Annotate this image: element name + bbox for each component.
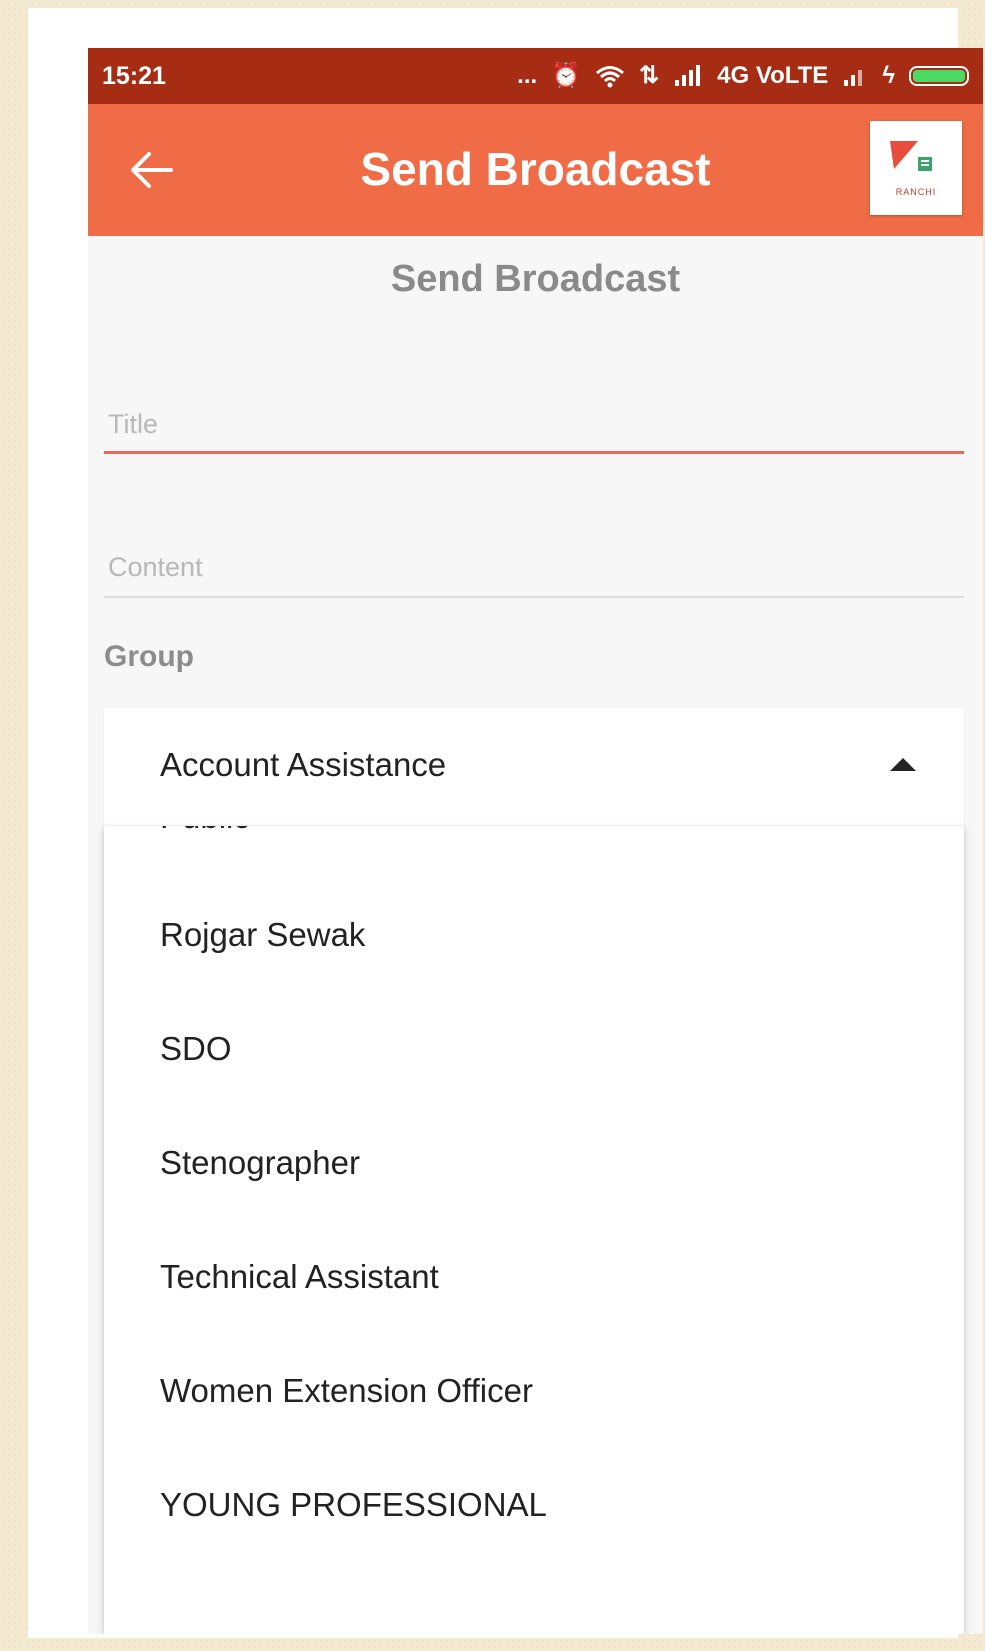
title-input[interactable] [104, 398, 964, 454]
content-input[interactable] [104, 538, 964, 598]
alarm-icon: ⏰ [551, 62, 582, 89]
caret-up-icon [890, 758, 916, 771]
dropdown-option-public[interactable]: Public [160, 826, 250, 836]
dropdown-option-rojgar-sewak[interactable]: Rojgar Sewak [160, 916, 365, 954]
dropdown-option-technical-assistant[interactable]: Technical Assistant [160, 1258, 439, 1296]
signal-icon-secondary [844, 70, 863, 86]
battery-icon [909, 66, 969, 86]
logo-emblem-icon [890, 141, 932, 171]
logo-text: RANCHI [895, 187, 937, 197]
phone-screen: 15:21 ... ⏰ ⇅ 4G VoLTE ϟ Send Broadcast … [88, 48, 983, 1634]
page-subtitle: Send Broadcast [390, 258, 681, 300]
network-type-label: 4G VoLTE [717, 62, 829, 89]
charging-icon: ϟ [882, 62, 895, 89]
data-transfer-icon: ⇅ [639, 62, 660, 89]
dropdown-option-sdo[interactable]: SDO [160, 1030, 232, 1068]
app-logo: RANCHI [870, 121, 962, 215]
group-dropdown[interactable]: Account Assistance [104, 708, 964, 826]
app-bar: Send Broadcast RANCHI [88, 104, 983, 236]
dropdown-option-stenographer[interactable]: Stenographer [160, 1144, 360, 1182]
signal-icon [675, 65, 701, 86]
status-time: 15:21 [102, 61, 166, 90]
group-label: Group [104, 640, 194, 673]
battery-level-fill [913, 70, 965, 82]
group-dropdown-list: Public Rojgar Sewak SDO Stenographer Tec… [104, 826, 964, 1634]
more-notifications-icon: ... [517, 62, 538, 89]
app-bar-title: Send Broadcast [360, 143, 711, 195]
status-bar: 15:21 ... ⏰ ⇅ 4G VoLTE ϟ [88, 48, 983, 104]
wifi-icon [596, 66, 625, 88]
dropdown-option-young-professional[interactable]: YOUNG PROFESSIONAL [160, 1486, 547, 1524]
status-icons: ... ⏰ ⇅ 4G VoLTE ϟ [517, 62, 969, 90]
screenshot-frame: 15:21 ... ⏰ ⇅ 4G VoLTE ϟ Send Broadcast … [28, 8, 983, 1638]
dropdown-option-women-extension-officer[interactable]: Women Extension Officer [160, 1372, 533, 1410]
group-selected-value: Account Assistance [160, 746, 447, 783]
